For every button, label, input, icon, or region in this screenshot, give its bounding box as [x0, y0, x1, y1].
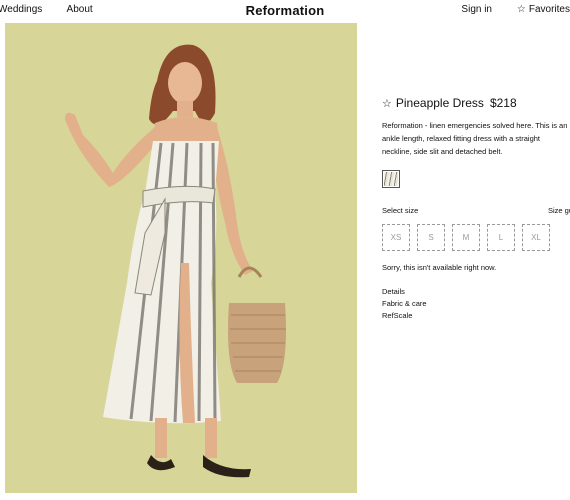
favorite-star-icon[interactable]: ☆	[382, 97, 392, 110]
size-l-button[interactable]: L	[487, 224, 515, 251]
product-photo[interactable]	[5, 23, 357, 493]
availability-message: Sorry, this isn't available right now.	[382, 263, 497, 272]
size-xs-button[interactable]: XS	[382, 224, 410, 251]
product-info-panel: ☆ Pineapple Dress $218 Reformation - lin…	[382, 96, 570, 322]
size-guide-link[interactable]: Size guide	[548, 206, 570, 215]
color-swatch[interactable]	[382, 170, 400, 188]
top-navigation: Weddings About Reformation Sign in ☆ Favo…	[0, 0, 570, 22]
product-links: Details Fabric & care RefScale	[382, 286, 570, 322]
size-s-button[interactable]: S	[417, 224, 445, 251]
details-link[interactable]: Details	[382, 286, 570, 298]
fabric-care-link[interactable]: Fabric & care	[382, 298, 570, 310]
size-header: Select size Size guide	[382, 206, 570, 218]
star-icon: ☆	[516, 4, 526, 15]
product-title: Pineapple Dress	[395, 96, 484, 110]
size-m-button[interactable]: M	[452, 224, 480, 251]
product-description: Reformation - linen emergencies solved h…	[382, 121, 568, 156]
size-xl-button[interactable]: XL	[522, 224, 550, 251]
favorites-label: Favorites	[528, 4, 570, 15]
sign-in-link[interactable]: Sign in	[461, 4, 492, 15]
product-price: $218	[489, 96, 517, 110]
refscale-link[interactable]: RefScale	[382, 310, 570, 322]
size-options: XS S M L XL	[382, 224, 570, 251]
swatch-pattern	[384, 172, 398, 186]
favorites-link[interactable]: ☆ Favorites	[517, 4, 570, 15]
product-title-row: ☆ Pineapple Dress $218	[382, 96, 570, 110]
select-size-label: Select size	[382, 206, 419, 215]
model-illustration	[5, 23, 357, 493]
